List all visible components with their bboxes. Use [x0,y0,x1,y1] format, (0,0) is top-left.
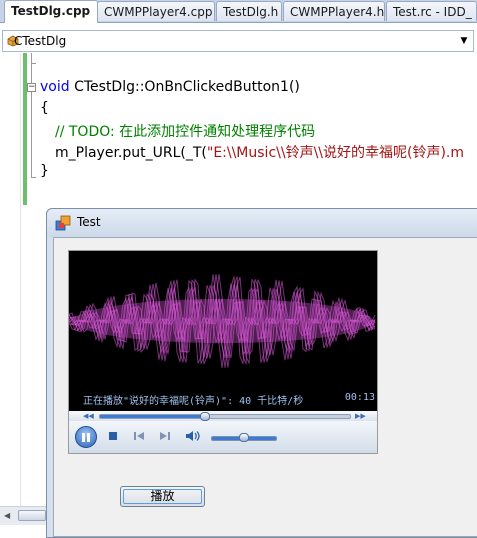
seek-bar[interactable]: ◀◀ ▶▶ [69,411,377,421]
outline-guide [31,53,32,178]
code-keyword: void [40,79,70,95]
tab-testdlg-h[interactable]: TestDlg.h [216,1,282,21]
outline-tick [31,63,36,64]
seek-progress-fill [100,415,205,418]
editor-gutter [0,53,21,524]
document-tab-strip: TestDlg.cpp CWMPPlayer4.cpp TestDlg.h CW… [0,0,477,23]
tab-label: CWMPPlayer4.h [290,5,385,19]
tab-test-rc[interactable]: Test.rc - IDD_ [386,1,477,21]
tab-cwmpplayer4-h[interactable]: CWMPPlayer4.h [283,1,385,21]
pause-icon [82,433,85,442]
mute-button[interactable] [185,430,201,442]
tab-cwmpplayer4-cpp[interactable]: CWMPPlayer4.cpp [97,1,215,21]
app-icon [55,215,71,231]
next-button[interactable] [159,430,171,442]
editor-horizontal-scrollbar[interactable]: ◀ [0,506,46,525]
player-visualization-area: 正在播放"说好的幸福呢(铃声)": 40 千比特/秒 00:13 [69,251,377,411]
scrollbar-thumb[interactable] [18,510,46,521]
dialog-title-bar[interactable]: Test [47,209,477,237]
tab-label: TestDlg.h [223,5,279,19]
collapse-toggle-icon[interactable]: − [27,83,36,92]
tab-label: Test.rc - IDD_ [393,5,472,19]
tab-testdlg-cpp[interactable]: TestDlg.cpp [4,0,98,23]
pause-button[interactable] [75,426,97,448]
code-line-call: m_Player.put_URL(_T("E:\\Music\\铃声\\说好的幸… [55,142,464,162]
play-button[interactable]: 播放 [120,486,205,507]
code-line-close-brace: } [40,163,49,179]
code-string-literal: "E:\\Music\\铃声\\说好的幸福呢(铃声).m [206,145,465,161]
tab-label: CWMPPlayer4.cpp [104,5,213,19]
seek-thumb[interactable] [200,412,210,421]
visualization-glow [73,299,373,343]
media-player-control[interactable]: 正在播放"说好的幸福呢(铃声)": 40 千比特/秒 00:13 ◀◀ ▶▶ [68,250,378,454]
pause-icon [87,433,90,442]
code-line-open-brace: { [40,100,49,116]
outline-tick [31,177,36,178]
code-line-comment: // TODO: 在此添加控件通知处理程序代码 [55,124,316,140]
test-dialog-window: Test 正在播放"说好的幸福呢(铃声)": 40 千比特/秒 00:13 ◀◀… [46,208,477,538]
volume-slider[interactable] [211,433,277,442]
dialog-title: Test [77,215,101,229]
class-combo-value: CTestDlg [14,34,67,48]
tab-label: TestDlg.cpp [11,4,91,18]
chevron-down-icon[interactable]: ▼ [455,31,473,51]
seek-forward-icon: ▶▶ [355,412,366,420]
code-call-prefix: m_Player.put_URL(_T( [55,145,207,161]
scroll-left-icon[interactable]: ◀ [4,511,10,520]
code-line-signature: void CTestDlg::OnBnClickedButton1() [40,79,300,95]
code-function-name: CTestDlg::OnBnClickedButton1() [69,79,300,95]
seek-track[interactable] [99,412,351,421]
seek-back-icon: ◀◀ [83,412,94,420]
player-status-text: 正在播放"说好的幸福呢(铃声)": 40 千比特/秒 [83,396,304,407]
stop-button[interactable] [107,430,119,442]
change-indicator-bar [23,53,27,205]
volume-thumb[interactable] [239,433,249,442]
player-elapsed-time: 00:13 [344,392,375,403]
player-control-bar [69,421,377,453]
audio-visualization [69,274,376,368]
previous-button[interactable] [133,430,145,442]
focus-rectangle [123,489,202,504]
dialog-client-area: 正在播放"说好的幸福呢(铃声)": 40 千比特/秒 00:13 ◀◀ ▶▶ 播… [53,237,477,537]
class-selector-combo[interactable]: CTestDlg ▼ [2,30,474,52]
